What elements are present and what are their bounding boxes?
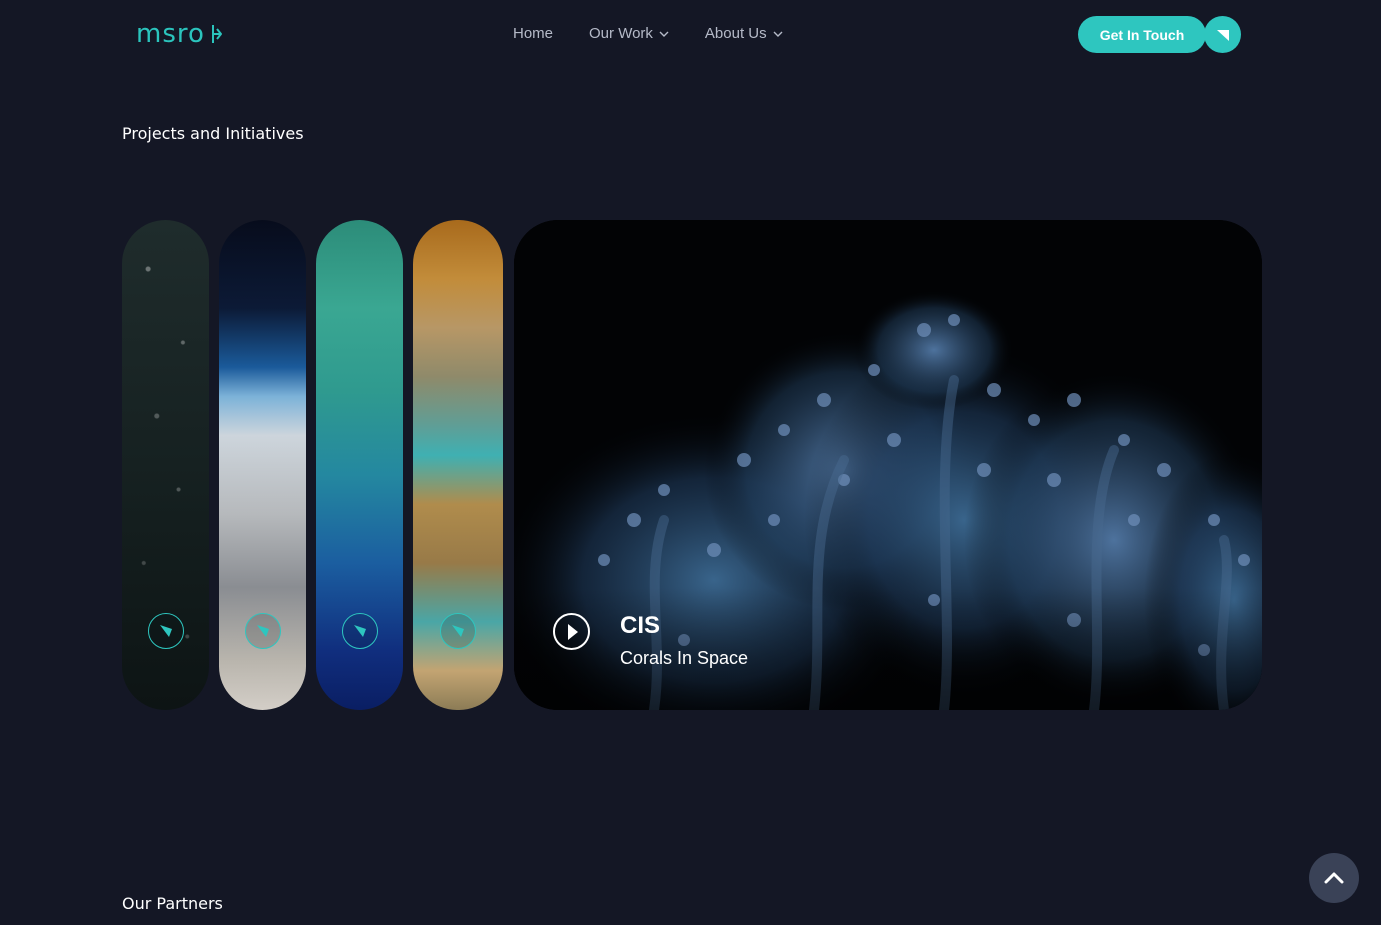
arrow-icon[interactable] <box>1204 16 1241 53</box>
get-in-touch-group: Get In Touch <box>1078 16 1241 53</box>
featured-project-subtitle: Corals In Space <box>620 648 749 668</box>
project-strip-4[interactable] <box>413 220 503 710</box>
nav-item-label: Our Work <box>589 25 653 42</box>
project-strip-1[interactable] <box>122 220 209 710</box>
partners-section-title: Our Partners <box>122 894 223 913</box>
arrow-icon <box>159 625 172 637</box>
nav-item-our-work[interactable]: Our Work <box>589 22 669 46</box>
chevron-up-icon <box>1324 872 1344 884</box>
chevron-down-icon <box>773 31 783 37</box>
arrow-icon <box>256 625 269 637</box>
nav-item-home[interactable]: Home <box>513 22 553 46</box>
project-strip-2[interactable] <box>219 220 306 710</box>
arrow-icon <box>353 625 366 637</box>
site-header: msro Home Our Work About Us Get In Touch <box>0 0 1381 68</box>
project-strip-button[interactable] <box>244 613 281 649</box>
play-button[interactable] <box>553 613 590 650</box>
project-strip-button[interactable] <box>147 613 184 649</box>
project-strip-3[interactable] <box>316 220 403 710</box>
arrow-icon-shape <box>1216 29 1229 41</box>
main-nav: Home Our Work About Us <box>513 22 783 46</box>
project-strip-button[interactable] <box>341 613 378 649</box>
project-strip-button[interactable] <box>440 613 476 649</box>
arrow-icon <box>452 625 464 637</box>
featured-project-card[interactable]: CIS Corals In Space <box>514 220 1262 710</box>
play-icon <box>567 623 578 640</box>
nav-item-label: About Us <box>704 25 767 42</box>
scroll-to-top-button[interactable] <box>1309 853 1359 903</box>
get-in-touch-button[interactable]: Get In Touch <box>1078 16 1206 53</box>
logo-text: msro <box>136 19 205 49</box>
nav-item-label: Home <box>513 25 554 42</box>
nav-item-about-us[interactable]: About Us <box>705 22 783 46</box>
logo[interactable]: msro <box>136 20 223 48</box>
logo-mark-icon <box>211 25 222 43</box>
chevron-down-icon <box>659 31 669 37</box>
featured-project-title: CIS <box>620 612 661 639</box>
projects-section-title: Projects and Initiatives <box>122 124 304 143</box>
